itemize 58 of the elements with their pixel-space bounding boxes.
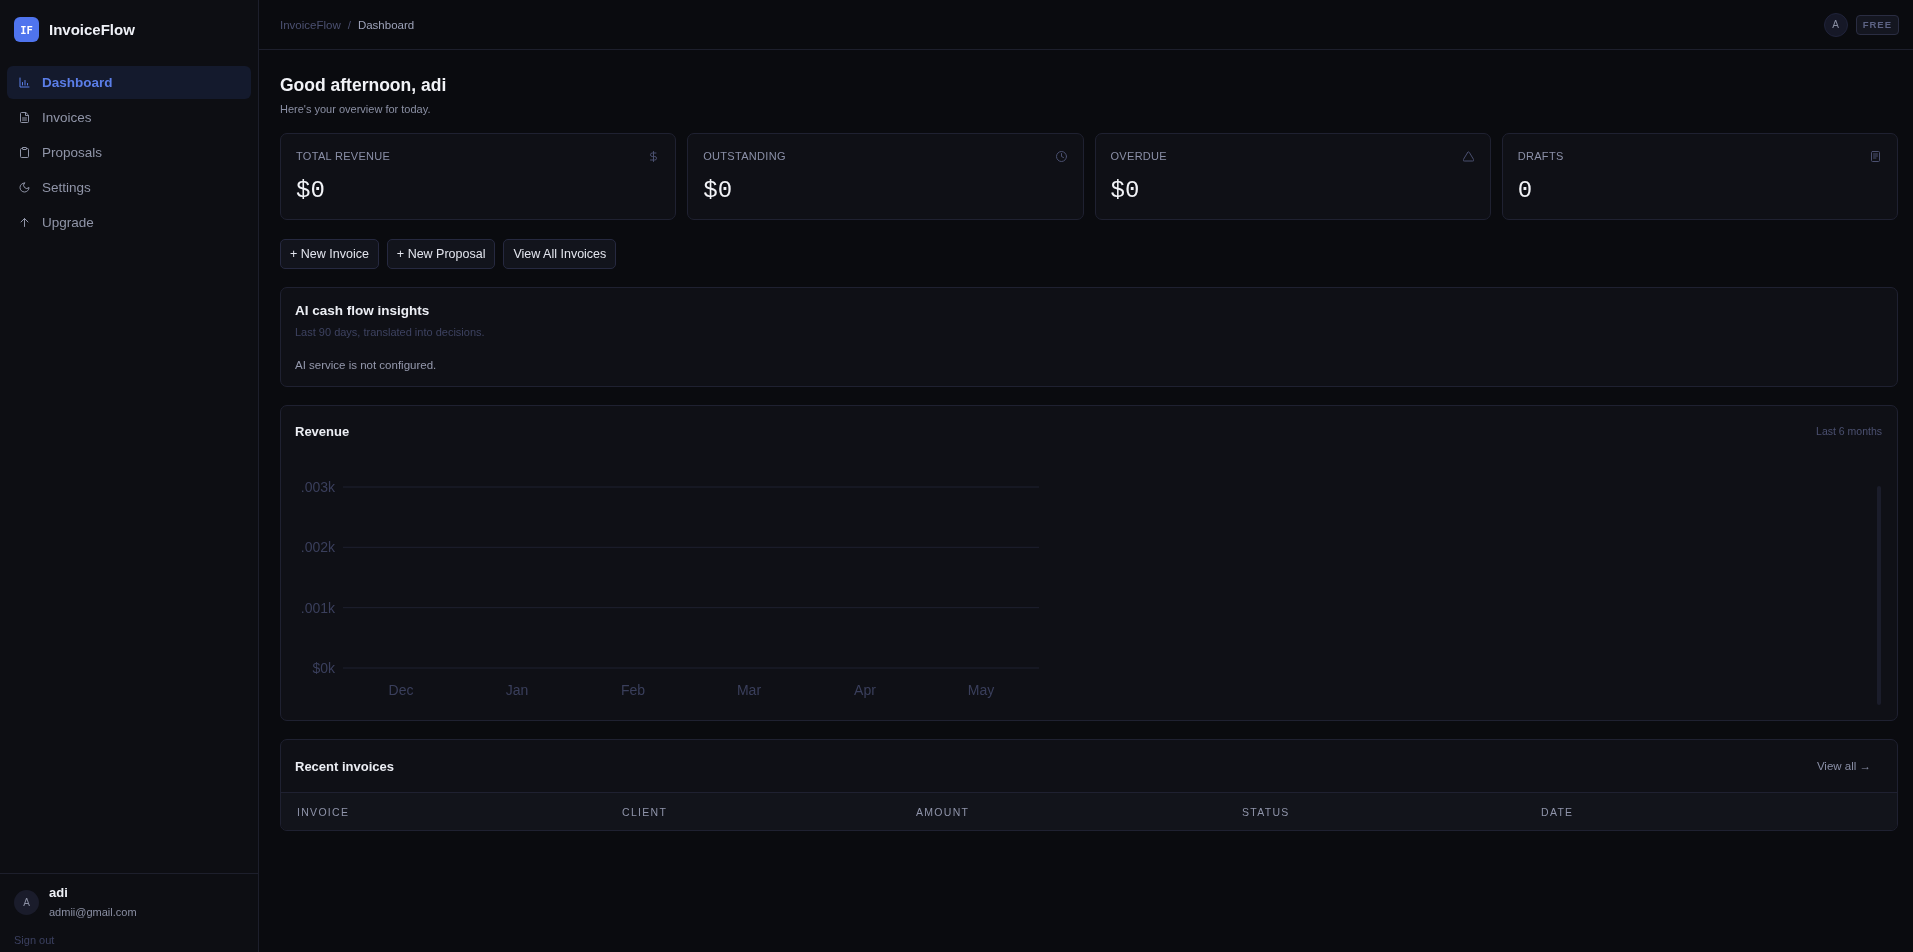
view-all-link[interactable]: View all →	[1806, 756, 1881, 776]
stat-label: TOTAL REVENUE	[296, 150, 391, 162]
x-axis-label: Mar	[736, 682, 762, 698]
stat-value: 0	[1517, 177, 1533, 205]
column-header: STATUS	[1242, 805, 1290, 818]
column-header: INVOICE	[297, 805, 350, 818]
action-button[interactable]: + New Invoice	[280, 239, 379, 269]
logo-mark: IF	[14, 17, 39, 42]
x-axis-label: Dec	[388, 682, 414, 698]
card-subtitle: Last 90 days, translated into decisions.	[295, 325, 485, 340]
nav-item[interactable]: Dashboard	[7, 66, 251, 99]
breadcrumb-current: Dashboard	[357, 18, 415, 31]
stat-value: $0	[296, 177, 325, 205]
x-axis-label: Apr	[854, 682, 876, 698]
page-title: Good afternoon, adi	[280, 74, 447, 96]
stat-label: OVERDUE	[1110, 150, 1167, 162]
bar-chart-icon	[19, 77, 30, 88]
stat-label: OUTSTANDING	[703, 150, 786, 162]
arrow-up-icon	[19, 217, 30, 228]
app-name: InvoiceFlow	[49, 21, 135, 38]
status-message: AI service is not configured.	[295, 358, 437, 373]
card-title: Revenue	[295, 423, 350, 439]
dollar-icon	[648, 150, 660, 162]
range-label: Last 6 months	[1816, 425, 1882, 437]
nav-item[interactable]: Settings	[7, 171, 251, 204]
warning-icon	[1462, 150, 1474, 162]
nav-item[interactable]: Upgrade	[7, 206, 251, 239]
column-header: DATE	[1541, 805, 1574, 818]
document-icon	[1870, 150, 1881, 162]
stat-label: DRAFTS	[1517, 150, 1564, 162]
x-axis-label: May	[967, 682, 995, 698]
action-button[interactable]: + New Proposal	[386, 239, 496, 269]
user-name: adi	[49, 885, 69, 901]
document-icon	[19, 112, 30, 123]
column-header: CLIENT	[622, 805, 668, 818]
nav-item[interactable]: Proposals	[7, 136, 251, 169]
plan-badge: FREE	[1855, 14, 1899, 35]
action-button[interactable]: View All Invoices	[503, 239, 617, 269]
y-axis-label: $0k	[312, 660, 335, 676]
page-subtitle: Here's your overview for today.	[280, 102, 431, 116]
moon-icon	[19, 182, 30, 193]
x-axis-label: Jan	[505, 682, 529, 698]
column-header: AMOUNT	[916, 805, 970, 818]
y-axis-label: .003k	[300, 479, 335, 495]
card-title: Recent invoices	[295, 758, 394, 774]
breadcrumb-separator: /	[347, 18, 351, 31]
stat-value: $0	[1110, 177, 1140, 205]
clock-icon	[1055, 150, 1067, 162]
nav-item[interactable]: Invoices	[7, 101, 251, 134]
x-axis-label: Feb	[620, 682, 646, 698]
user-email: admii@gmail.com	[49, 905, 137, 919]
card-title: AI cash flow insights	[295, 302, 430, 320]
y-axis-label: .002k	[300, 539, 335, 556]
avatar[interactable]: A	[1823, 12, 1848, 37]
stat-value: $0	[703, 177, 733, 205]
avatar: A	[14, 889, 39, 915]
y-axis-label: .001k	[300, 599, 335, 616]
clipboard-icon	[19, 147, 30, 158]
